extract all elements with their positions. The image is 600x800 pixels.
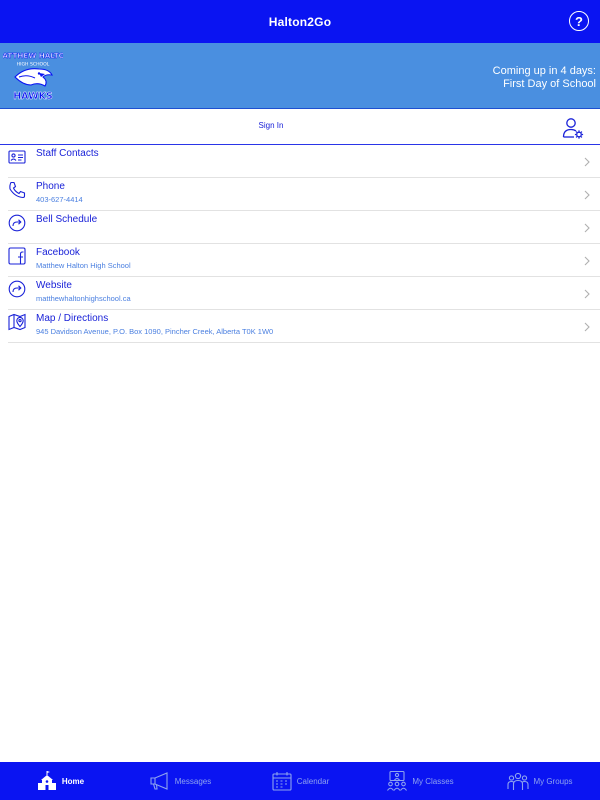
list-item-label: Website (36, 280, 72, 291)
list-item-label: Map / Directions (36, 313, 109, 324)
question-icon: ? (575, 13, 583, 29)
tab-my-classes[interactable]: My Classes (360, 762, 480, 800)
school-banner: MATTHEW HALTON HIGH SCHOOL HAWKS Coming … (0, 43, 600, 109)
tab-label: Messages (174, 776, 212, 786)
tab-label: My Classes (412, 776, 454, 786)
website-url: matthewhaltonhighschool.ca (36, 294, 131, 303)
tab-home[interactable]: Home (0, 762, 120, 800)
top-bar: Halton2Go ? (0, 0, 600, 43)
bottom-tab-bar: Home Messages Calendar My Classes My Gro… (0, 762, 600, 800)
signin-row: Sign In (0, 109, 600, 145)
list-item-label: Bell Schedule (36, 214, 98, 225)
tab-messages[interactable]: Messages (120, 762, 240, 800)
link-arrow-icon (8, 280, 26, 298)
link-arrow-icon (8, 214, 26, 232)
upcoming-event-title: First Day of School (503, 78, 596, 90)
chevron-right-icon (584, 190, 590, 200)
list-item-website[interactable]: Website matthewhaltonhighschool.ca (8, 277, 600, 310)
chevron-right-icon (584, 223, 590, 233)
chevron-right-icon (584, 256, 590, 266)
tab-label: Home (61, 776, 85, 786)
logo-team-name: HAWKS (13, 91, 53, 102)
list-item-label: Phone (36, 181, 65, 192)
school-logo: MATTHEW HALTON HIGH SCHOOL HAWKS (3, 51, 63, 102)
upcoming-event[interactable]: Coming up in 4 days: First Day of School (493, 65, 596, 91)
sign-in-link[interactable]: Sign In (0, 121, 542, 130)
calendar-icon (272, 772, 292, 791)
tab-label: Calendar (296, 776, 330, 786)
tab-label: My Groups (533, 776, 573, 786)
list-item-facebook[interactable]: Facebook Matthew Halton High School (8, 244, 600, 277)
logo-school-type: HIGH SCHOOL (17, 62, 50, 68)
list-item-map-directions[interactable]: Map / Directions 945 Davidson Avenue, P.… (8, 310, 600, 343)
school-house-icon (37, 771, 56, 790)
chevron-right-icon (584, 289, 590, 299)
list-item-label: Staff Contacts (36, 148, 99, 159)
app-title: Halton2Go (268, 14, 332, 29)
group-icon (507, 772, 529, 790)
chevron-right-icon (584, 157, 590, 167)
list-item-staff-contacts[interactable]: Staff Contacts (8, 145, 600, 178)
info-list: Staff Contacts Phone 403-627-4414 Bell S… (0, 145, 600, 343)
map-pin-icon (8, 313, 26, 331)
hawk-mascot-icon (14, 68, 53, 87)
contact-card-icon (8, 150, 26, 164)
chevron-right-icon (584, 322, 590, 332)
help-button[interactable]: ? (569, 11, 589, 31)
school-address: 945 Davidson Avenue, P.O. Box 1090, Pinc… (36, 327, 274, 336)
list-item-bell-schedule[interactable]: Bell Schedule (8, 211, 600, 244)
megaphone-icon (150, 772, 168, 790)
tab-calendar[interactable]: Calendar (240, 762, 360, 800)
phone-number: 403-627-4414 (36, 195, 83, 204)
list-item-phone[interactable]: Phone 403-627-4414 (8, 178, 600, 211)
facebook-icon (8, 247, 26, 265)
logo-school-name: MATTHEW HALTON (3, 51, 63, 60)
user-settings-icon[interactable] (561, 116, 585, 140)
facebook-page-name: Matthew Halton High School (36, 261, 131, 270)
list-item-label: Facebook (36, 247, 80, 258)
phone-icon (9, 181, 26, 199)
classroom-icon (387, 770, 408, 791)
upcoming-countdown: Coming up in 4 days: (492, 65, 596, 77)
tab-my-groups[interactable]: My Groups (480, 762, 600, 800)
